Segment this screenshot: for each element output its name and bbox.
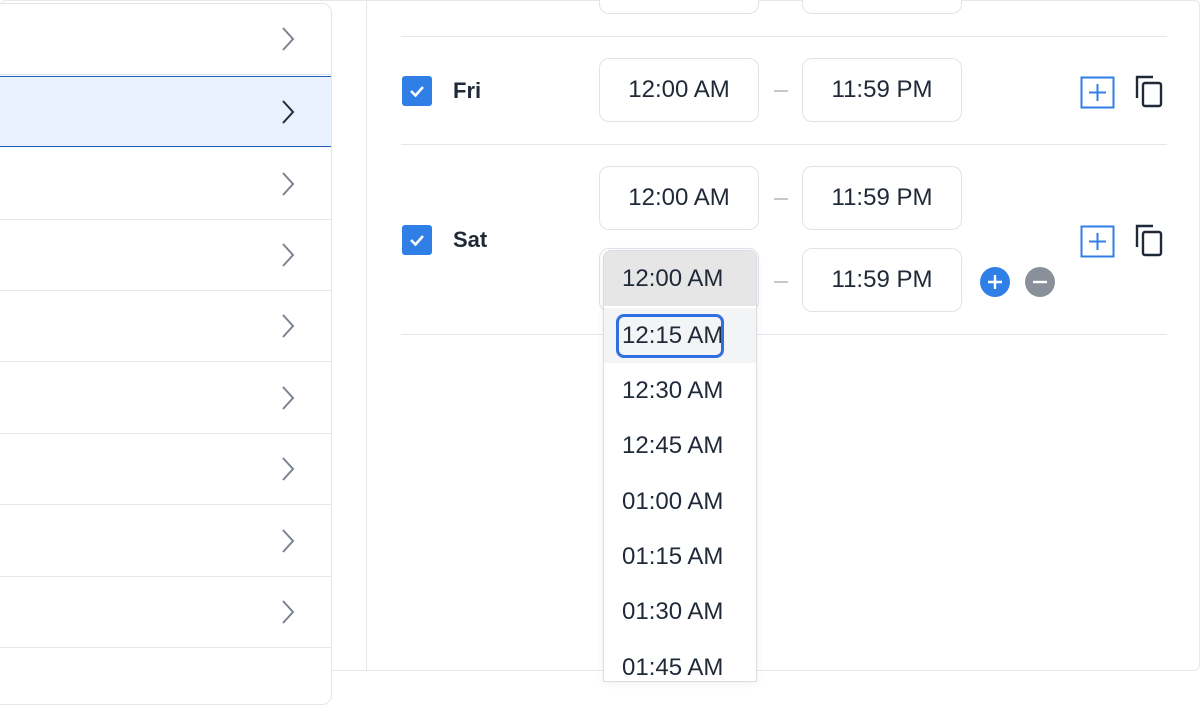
list-item[interactable] [0, 363, 331, 434]
dropdown-option-highlighted[interactable]: 12:15 AM [604, 308, 756, 363]
chevron-right-icon [282, 99, 295, 124]
list-item[interactable] [0, 577, 331, 648]
list-item[interactable] [0, 220, 331, 291]
time-range-dash [774, 281, 788, 283]
time-range-dash [774, 90, 788, 92]
check-icon [410, 235, 424, 247]
list-item[interactable] [0, 434, 331, 505]
list-item[interactable] [0, 291, 331, 362]
sat-end-time-field-1[interactable]: 11:59 PM [802, 166, 962, 230]
dropdown-option[interactable]: 01:15 AM [604, 529, 756, 584]
dropdown-option[interactable]: 12:45 AM [604, 418, 756, 473]
chevron-right-icon [282, 386, 295, 410]
sat-end-time-field-2[interactable]: 11:59 PM [802, 248, 962, 312]
fri-start-time-field[interactable]: 12:00 AM [599, 58, 759, 122]
list-item-selected[interactable] [0, 76, 331, 147]
time-dropdown-list[interactable]: 12:00 AM 12:15 AM 12:30 AM 12:45 AM 01:0… [603, 250, 757, 682]
left-list-panel [0, 3, 332, 705]
dropdown-option[interactable]: 01:00 AM [604, 474, 756, 529]
dropdown-option-label: 12:15 AM [622, 321, 724, 349]
sat-checkbox[interactable] [402, 225, 432, 255]
end-time-field-previous[interactable] [802, 0, 962, 14]
time-range-dash [774, 198, 788, 200]
dropdown-option-selected[interactable]: 12:00 AM [604, 251, 756, 306]
chevron-right-icon [282, 314, 295, 338]
plus-square-icon[interactable] [1080, 76, 1116, 110]
chevron-right-icon [282, 600, 295, 624]
dropdown-option[interactable]: 01:30 AM [604, 584, 756, 639]
fri-day-label: Fri [453, 78, 482, 103]
chevron-right-icon [282, 457, 295, 481]
list-item[interactable] [0, 506, 331, 577]
sat-start-time-field-1[interactable]: 12:00 AM [599, 166, 759, 230]
fri-end-time-field[interactable]: 11:59 PM [802, 58, 962, 122]
minus-circle-icon[interactable] [1025, 267, 1055, 297]
chevron-right-icon [282, 243, 295, 267]
dropdown-option[interactable]: 12:30 AM [604, 363, 756, 418]
chevron-right-icon [282, 27, 295, 51]
chevron-right-icon [282, 529, 295, 553]
plus-square-icon[interactable] [1080, 225, 1116, 259]
copy-icon[interactable] [1134, 223, 1164, 257]
list-item[interactable] [0, 4, 331, 75]
fri-checkbox[interactable] [402, 76, 432, 106]
row-divider [401, 36, 1167, 37]
copy-icon[interactable] [1134, 74, 1164, 108]
start-time-field-previous[interactable] [599, 0, 759, 14]
check-icon [410, 86, 424, 98]
row-divider [401, 334, 1167, 335]
list-item[interactable] [0, 149, 331, 220]
sat-day-label: Sat [453, 227, 488, 252]
list-item[interactable] [0, 649, 331, 704]
row-divider [401, 144, 1167, 145]
chevron-right-icon [282, 172, 295, 196]
dropdown-option[interactable]: 01:45 AM [604, 640, 756, 681]
plus-circle-icon[interactable] [980, 267, 1010, 297]
panel-divider [366, 0, 367, 671]
